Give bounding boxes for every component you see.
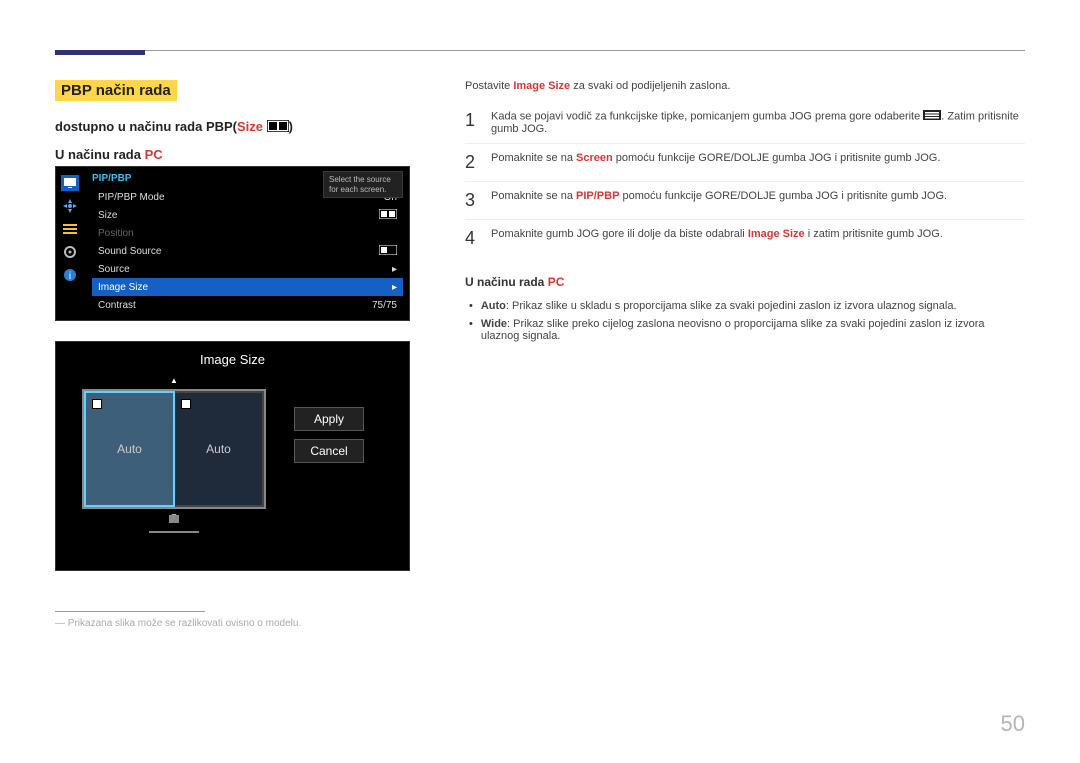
osd2-buttons: Apply Cancel: [294, 407, 364, 463]
nav-icon: [61, 198, 79, 214]
monitor-stand-icon: [149, 521, 199, 533]
osd2-left-label: Auto: [117, 442, 142, 456]
intro-red: Image Size: [513, 80, 570, 92]
osd-row: Image Size ▸: [92, 278, 403, 296]
osd-row-value: 75/75: [372, 300, 397, 311]
osd-row-label: Sound Source: [98, 246, 161, 257]
osd-tooltip-l1: Select the source: [329, 175, 397, 185]
step-highlight: PIP/PBP: [576, 190, 619, 202]
osd-row: Sound Source: [92, 242, 403, 260]
step-highlight: Image Size: [748, 228, 805, 240]
osd-imagesize-screenshot: Image Size ▲ Auto Auto ▼: [55, 341, 410, 571]
bullet-item: Wide: Prikaz slike preko cijelog zaslona…: [469, 315, 1025, 345]
step-text: Kada se pojavi vodič za funkcijske tipke…: [491, 110, 1025, 135]
osd-row-label: Source: [98, 264, 130, 275]
sound-side-icon: [379, 245, 397, 255]
apply-button: Apply: [294, 407, 364, 431]
menu-icon: [923, 110, 941, 123]
osd-row-label: Image Size: [98, 282, 148, 293]
osd-row: Source ▸: [92, 260, 403, 278]
osd-row: Size: [92, 206, 403, 224]
monitor-icon: [61, 175, 79, 191]
mode-heading-right-pc: PC: [548, 275, 565, 289]
osd-row-label: Position: [98, 228, 134, 239]
mode-heading-left: U načinu rada PC: [55, 147, 425, 162]
osd2-right-label: Auto: [206, 442, 231, 456]
osd-sidebar: i: [56, 167, 84, 320]
left-column: PBP način rada dostupno u načinu rada PB…: [55, 80, 425, 629]
pane-marker-icon: [92, 399, 102, 409]
bullet-bold: Auto: [481, 300, 506, 312]
step-number: 2: [465, 152, 481, 173]
intro-text: Postavite Image Size za svaki od podijel…: [465, 80, 1025, 92]
osd2-left-pane: Auto: [84, 391, 175, 507]
bullet-text: Auto: Prikaz slike u skladu s proporcija…: [481, 300, 957, 312]
mode-heading-prefix: U načinu rada: [55, 147, 145, 162]
svg-text:i: i: [69, 271, 71, 282]
section-title: PBP način rada: [55, 80, 177, 101]
intro-pre: Postavite: [465, 80, 513, 92]
step-text: Pomaknite se na Screen pomoću funkcije G…: [491, 152, 940, 164]
osd-row-value: ▸: [392, 282, 397, 293]
footnote-rule: [55, 611, 205, 612]
osd-row: Position: [92, 224, 403, 242]
step-number: 3: [465, 190, 481, 211]
osd-row-value: [379, 245, 397, 258]
intro-post: za svaki od podijeljenih zaslona.: [570, 80, 730, 92]
info-icon: i: [61, 267, 79, 283]
footnote-text: Prikazana slika može se razlikovati ovis…: [68, 618, 301, 629]
step-number: 1: [465, 110, 481, 131]
right-column: Postavite Image Size za svaki od podijel…: [465, 80, 1025, 629]
step-number: 4: [465, 228, 481, 249]
osd-row-value: [379, 209, 397, 222]
step-highlight: Screen: [576, 152, 613, 164]
subtitle-suffix: ): [289, 119, 293, 134]
osd-row-value: ▸: [392, 264, 397, 275]
step-item: 3 Pomaknite se na PIP/PBP pomoću funkcije…: [465, 182, 1025, 220]
bullets-list: Auto: Prikaz slike u skladu s proporcija…: [465, 297, 1025, 345]
osd-main: PIP/PBP Select the source for each scree…: [84, 167, 409, 320]
list-icon: [61, 221, 79, 237]
mode-heading-right: U načinu rada PC: [465, 275, 1025, 289]
cancel-button: Cancel: [294, 439, 364, 463]
gear-icon: [61, 244, 79, 260]
bullet-text: Wide: Prikaz slike preko cijelog zaslona…: [481, 318, 1025, 342]
pbp-size-icon: [267, 120, 289, 135]
pane-marker-icon: [181, 399, 191, 409]
header-rule: [55, 50, 1025, 51]
step-item: 2 Pomaknite se na Screen pomoću funkcije …: [465, 144, 1025, 182]
steps-list: 1 Kada se pojavi vodič za funkcijske tipk…: [465, 102, 1025, 257]
step-text: Pomaknite gumb JOG gore ili dolje da bis…: [491, 228, 943, 240]
osd-row: Contrast 75/75: [92, 296, 403, 314]
osd2-monitor: ▲ Auto Auto ▼: [64, 377, 284, 533]
subtitle: dostupno u načinu rada PBP(Size ): [55, 119, 425, 135]
osd-tooltip: Select the source for each screen.: [323, 171, 403, 198]
mode-heading-right-prefix: U načinu rada: [465, 275, 548, 289]
mode-heading-pc: PC: [145, 147, 163, 162]
bullet-item: Auto: Prikaz slike u skladu s proporcija…: [469, 297, 1025, 315]
osd2-screen: Auto Auto: [82, 389, 266, 509]
osd2-title: Image Size: [64, 350, 401, 377]
step-item: 4 Pomaknite gumb JOG gore ili dolje da bi…: [465, 220, 1025, 257]
bullet-bold: Wide: [481, 318, 507, 330]
up-arrow-icon: ▲: [64, 377, 284, 385]
page-number: 50: [1001, 711, 1025, 737]
osd2-right-pane: Auto: [175, 391, 264, 507]
osd-row-label: Contrast: [98, 300, 136, 311]
step-text: Pomaknite se na PIP/PBP pomoću funkcije …: [491, 190, 947, 202]
header-accent: [55, 50, 145, 55]
osd-row-label: Size: [98, 210, 117, 221]
osd-row-label: PIP/PBP Mode: [98, 192, 165, 203]
subtitle-size: Size: [237, 119, 263, 134]
pbp-icon: [379, 209, 397, 219]
osd-tooltip-l2: for each screen.: [329, 185, 397, 195]
footnote: ― Prikazana slika može se razlikovati ov…: [55, 618, 425, 629]
step-item: 1 Kada se pojavi vodič za funkcijske tipk…: [465, 102, 1025, 144]
osd-menu-screenshot: i PIP/PBP Select the source for each scr…: [55, 166, 410, 321]
subtitle-prefix: dostupno u načinu rada PBP(: [55, 119, 237, 134]
